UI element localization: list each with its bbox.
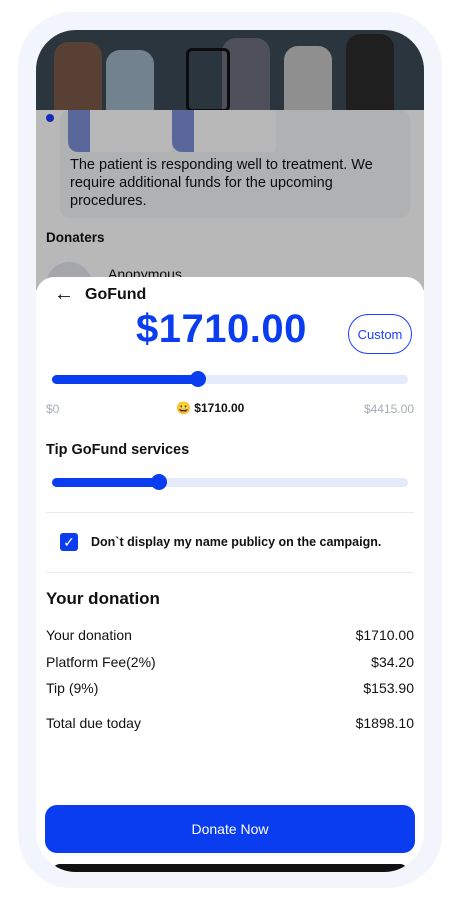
summary-title: Your donation <box>46 589 160 608</box>
divider <box>46 512 414 513</box>
tip-slider[interactable] <box>52 474 408 490</box>
slider-max-label: $4415.00 <box>363 402 414 416</box>
home-indicator <box>52 864 408 872</box>
donation-sheet: ← GoFund $1710.00 Custom $0 😀 $1710.00 $… <box>36 277 424 872</box>
amount-slider-fill <box>52 375 198 384</box>
tip-slider-fill <box>52 478 159 487</box>
donation-amount: $1710.00 <box>136 307 307 351</box>
anonymous-checkbox[interactable]: ✓ <box>60 533 78 551</box>
slider-min-label: $0 <box>46 402 60 416</box>
tip-title: Tip GoFund services <box>46 442 190 458</box>
summary-row: Platform Fee(2%) $34.20 <box>46 654 414 670</box>
divider <box>46 572 414 573</box>
modal-backdrop[interactable] <box>36 30 424 290</box>
anonymous-checkbox-label: Don`t display my name publicy on the cam… <box>91 535 382 549</box>
slider-current-value: 😀 $1710.00 <box>176 401 245 415</box>
donate-now-button[interactable]: Donate Now <box>45 805 415 853</box>
total-row: Total due today $1898.10 <box>46 715 414 731</box>
smiley-emoji-icon: 😀 <box>176 401 191 415</box>
tip-slider-thumb[interactable] <box>150 474 167 490</box>
summary-row: Your donation $1710.00 <box>46 627 414 643</box>
phone-screen: The patient is responding well to treatm… <box>36 30 424 872</box>
custom-amount-button[interactable]: Custom <box>348 314 412 354</box>
back-arrow-icon[interactable]: ← <box>54 283 74 306</box>
sheet-title: GoFund <box>85 286 147 303</box>
amount-slider[interactable] <box>52 371 408 387</box>
summary-row: Tip (9%) $153.90 <box>46 680 414 696</box>
amount-slider-thumb[interactable] <box>189 371 206 387</box>
